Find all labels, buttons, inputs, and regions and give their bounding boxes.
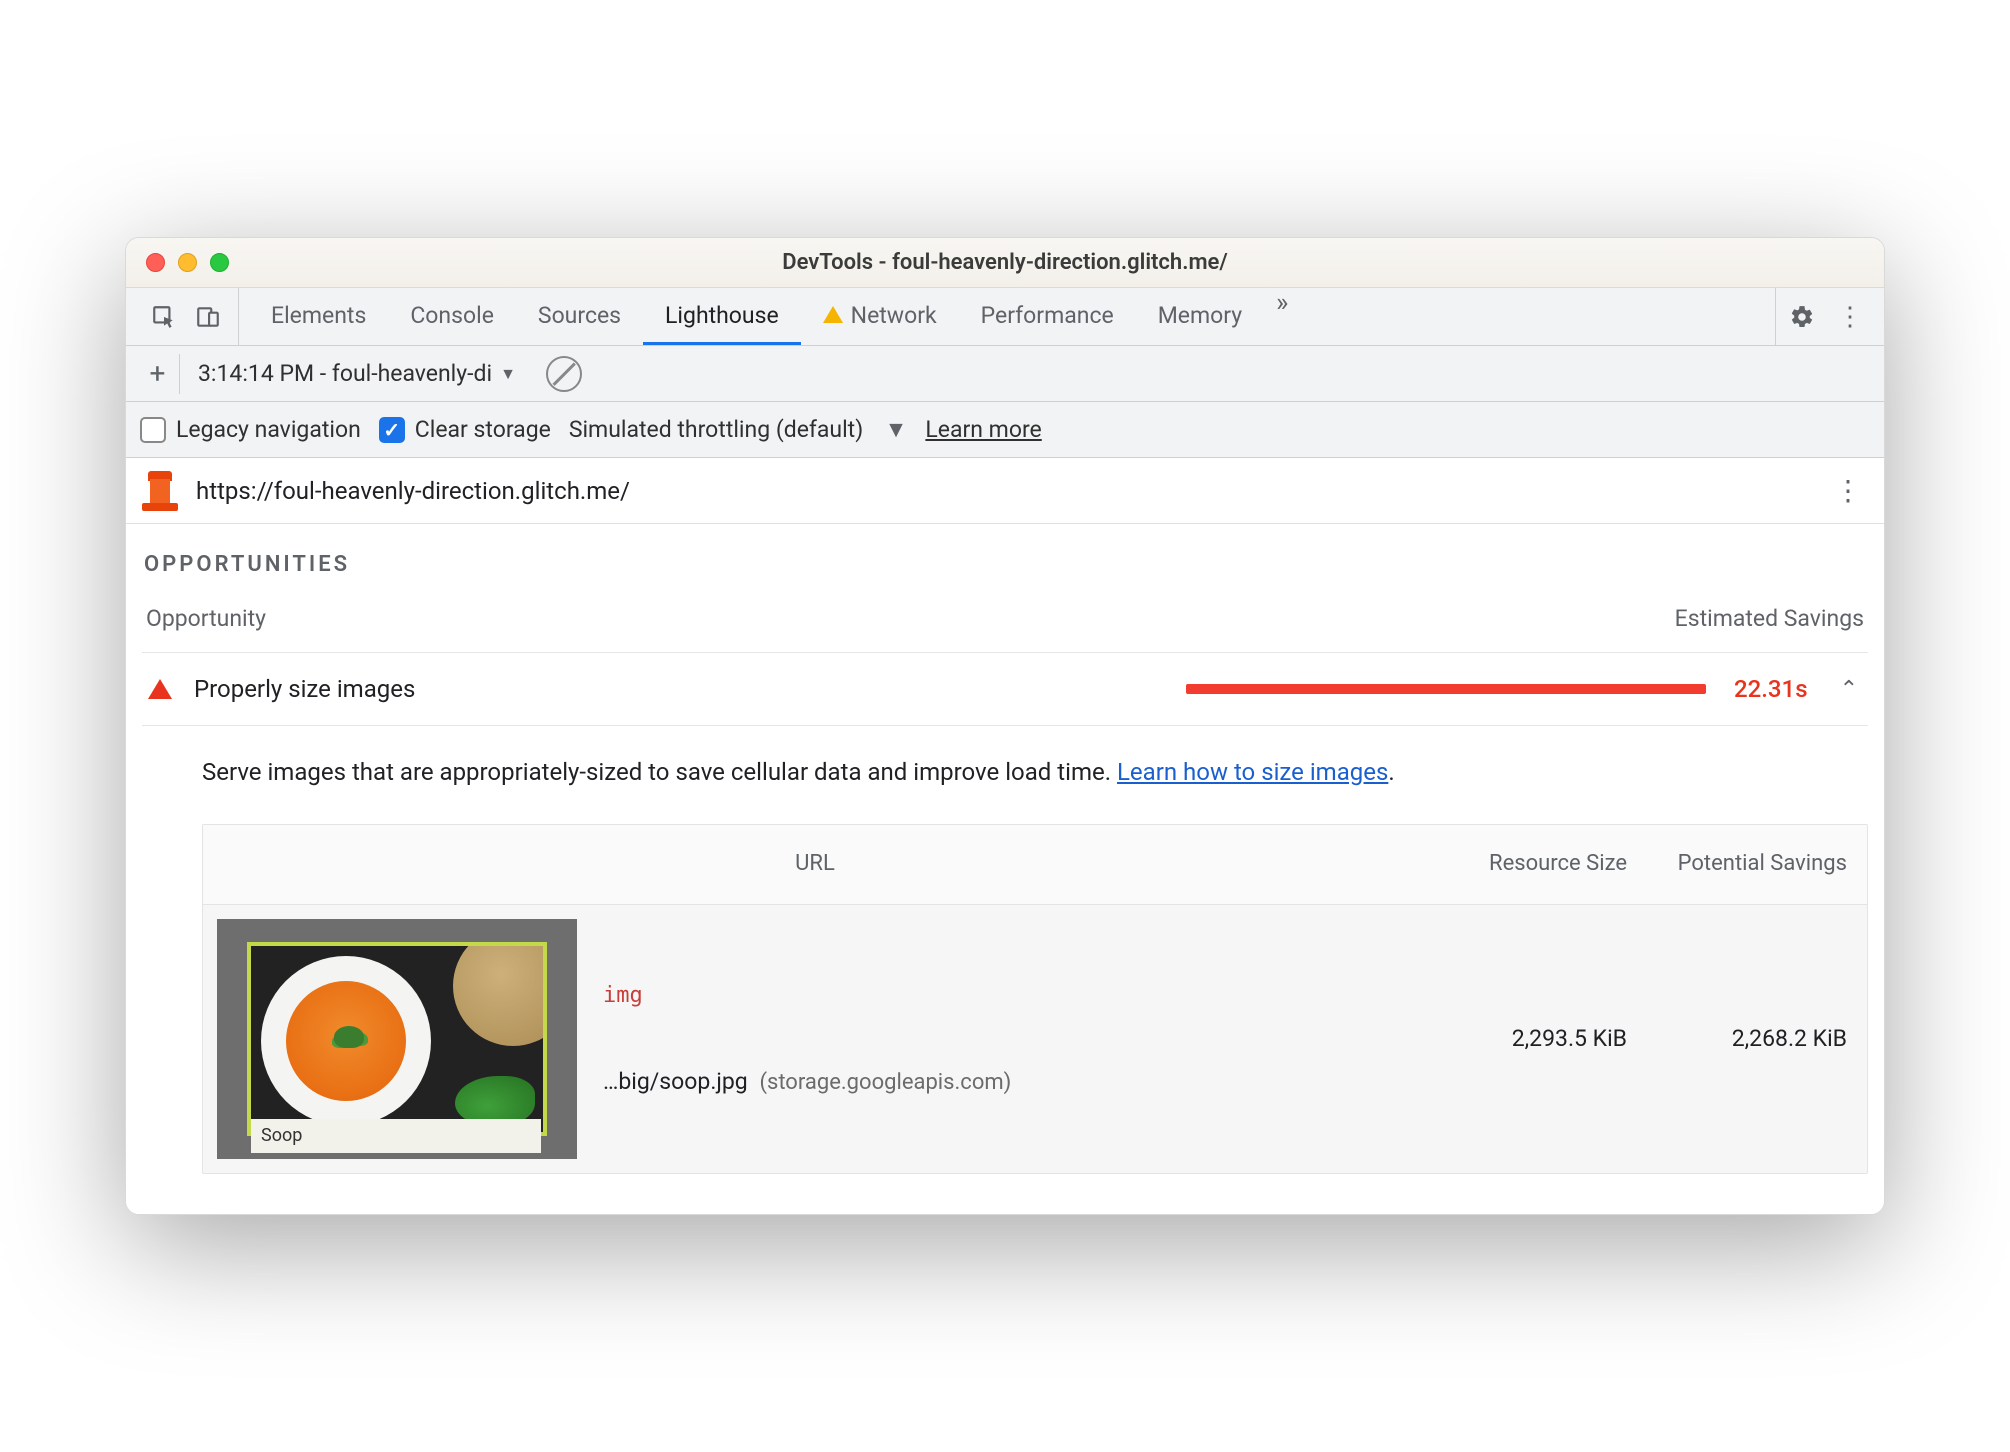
audit-properly-size-images[interactable]: Properly size images 22.31s ⌃ (142, 652, 1868, 726)
col-opportunity: Opportunity (146, 605, 266, 632)
resource-size: 2,293.5 KiB (1427, 1005, 1647, 1072)
audit-desc-post: . (1388, 758, 1394, 786)
tab-lighthouse[interactable]: Lighthouse (643, 288, 801, 345)
warning-icon (823, 306, 843, 323)
savings-bar (1186, 684, 1706, 694)
tab-memory[interactable]: Memory (1136, 288, 1264, 345)
settings-icon[interactable] (1782, 297, 1822, 337)
table-row[interactable]: Soop img …big/soop.jpg (storage.googleap… (203, 905, 1867, 1173)
column-headers: Opportunity Estimated Savings (142, 605, 1868, 652)
inspect-icon[interactable] (144, 297, 184, 337)
devtools-window: DevTools - foul-heavenly-direction.glitc… (125, 237, 1885, 1215)
learn-more-link[interactable]: Learn more (925, 416, 1041, 443)
audit-title: Properly size images (194, 675, 415, 703)
tab-network-label: Network (851, 302, 937, 329)
more-tabs-icon[interactable]: » (1264, 288, 1300, 345)
audit-savings-wrap: 22.31s ⌃ (437, 675, 1862, 703)
url-cell: img …big/soop.jpg (storage.googleapis.co… (603, 963, 1427, 1115)
tab-console[interactable]: Console (388, 288, 516, 345)
savings-time: 22.31s (1734, 675, 1808, 703)
th-url: URL (203, 825, 1427, 904)
tabs-row: Elements Console Sources Lighthouse Netw… (126, 288, 1884, 346)
element-tag: img (603, 983, 1407, 1008)
minimize-icon[interactable] (178, 253, 197, 272)
report-select[interactable]: 3:14:14 PM - foul-heavenly-di ▼ (188, 360, 526, 387)
thumb-caption: Soop (251, 1119, 541, 1153)
report-url: https://foul-heavenly-direction.glitch.m… (196, 477, 1810, 505)
th-resource-size: Resource Size (1427, 825, 1647, 904)
traffic-lights (146, 253, 229, 272)
panel-tabs: Elements Console Sources Lighthouse Netw… (239, 288, 1775, 345)
device-toggle-icon[interactable] (188, 297, 228, 337)
titlebar: DevTools - foul-heavenly-direction.glitc… (126, 238, 1884, 288)
tab-sources[interactable]: Sources (516, 288, 643, 345)
tab-performance[interactable]: Performance (959, 288, 1136, 345)
url-path: …big/soop.jpg (603, 1068, 748, 1095)
checkbox-legacy[interactable] (140, 417, 166, 443)
section-heading: OPPORTUNITIES (142, 542, 1868, 605)
legacy-nav-label: Legacy navigation (176, 416, 361, 443)
lighthouse-icon (142, 471, 178, 511)
fail-triangle-icon (148, 679, 172, 699)
clear-storage-label: Clear storage (415, 416, 551, 443)
report-url-row: https://foul-heavenly-direction.glitch.m… (126, 458, 1884, 524)
audit-description: Serve images that are appropriately-size… (142, 726, 1868, 818)
col-estimated-savings: Estimated Savings (1675, 605, 1864, 632)
image-thumbnail: Soop (217, 919, 577, 1159)
url-host: (storage.googleapis.com) (759, 1070, 1011, 1095)
fullscreen-icon[interactable] (210, 253, 229, 272)
throttling-select[interactable]: Simulated throttling (default) ▼ (569, 416, 908, 443)
audit-table: URL Resource Size Potential Savings Soop (202, 824, 1868, 1174)
kebab-menu-icon[interactable]: ⋮ (1830, 297, 1870, 337)
potential-savings: 2,268.2 KiB (1647, 1005, 1867, 1072)
new-report-button[interactable]: + (136, 354, 180, 394)
report-menu-icon[interactable]: ⋮ (1828, 474, 1868, 507)
window-title: DevTools - foul-heavenly-direction.glitc… (126, 250, 1884, 275)
tab-network[interactable]: Network (801, 288, 959, 345)
report-select-label: 3:14:14 PM - foul-heavenly-di (198, 360, 492, 387)
clear-icon[interactable] (546, 356, 582, 392)
throttling-label: Simulated throttling (default) (569, 416, 863, 443)
table-header: URL Resource Size Potential Savings (203, 825, 1867, 905)
close-icon[interactable] (146, 253, 165, 272)
lighthouse-toolbar: + 3:14:14 PM - foul-heavenly-di ▼ (126, 346, 1884, 402)
caret-down-icon: ▼ (873, 416, 907, 443)
clear-storage-option[interactable]: Clear storage (379, 416, 551, 443)
checkbox-clear-storage[interactable] (379, 417, 405, 443)
lighthouse-options: Legacy navigation Clear storage Simulate… (126, 402, 1884, 458)
chevron-up-icon: ⌃ (1836, 677, 1862, 702)
opportunities-section: OPPORTUNITIES Opportunity Estimated Savi… (126, 524, 1884, 1214)
audit-desc-text: Serve images that are appropriately-size… (202, 758, 1117, 786)
tab-elements[interactable]: Elements (249, 288, 388, 345)
thumbnail-cell: Soop (203, 905, 603, 1173)
legacy-nav-option[interactable]: Legacy navigation (140, 416, 361, 443)
caret-down-icon: ▼ (500, 364, 516, 384)
learn-link[interactable]: Learn how to size images (1117, 758, 1388, 786)
th-potential-savings: Potential Savings (1647, 825, 1867, 904)
